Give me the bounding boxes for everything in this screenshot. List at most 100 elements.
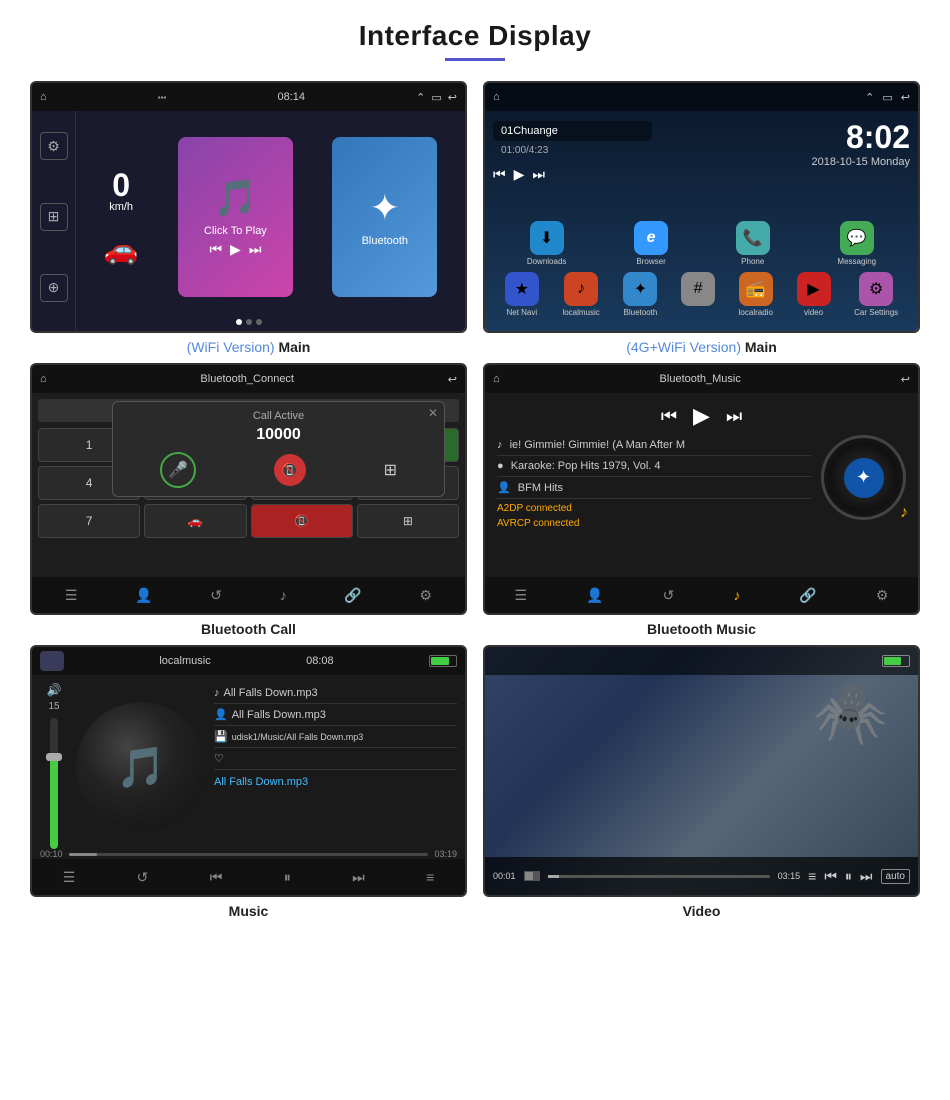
s6-auto-label[interactable]: auto — [881, 869, 910, 884]
title-underline — [445, 58, 505, 61]
s5-progress-bar: 00:10 03:19 — [40, 849, 457, 859]
s1-nav-icons: ⌃ ▭ ↩ — [416, 91, 457, 104]
s2-apps-panel: ⬇ Downloads e Browser 📞 Phone 💬 — [493, 221, 910, 323]
s2-bluetooth-label: Bluetooth — [624, 308, 658, 317]
s1-nav-icon[interactable]: ⊕ — [40, 274, 68, 302]
s2-app-messaging[interactable]: 💬 Messaging — [837, 221, 876, 266]
page-title: Interface Display — [359, 20, 592, 52]
screen-cell-wifi-main: ⌂ ▪▪▪ 08:14 ⌃ ▭ ↩ ⚙ ⊞ ⊕ — [30, 81, 467, 355]
s6-mini-battery-fill — [525, 872, 533, 880]
s5-bottom-prev-icon[interactable]: ⏮ — [210, 869, 223, 886]
s2-app-netnavi[interactable]: ★ Net Navi — [505, 272, 539, 317]
s2-app-video[interactable]: ▶ video — [797, 272, 831, 317]
s3-modal-close-btn[interactable]: ✕ — [428, 406, 438, 420]
s1-settings-icon[interactable]: ⚙ — [40, 132, 68, 160]
screen-cell-bt-music: ⌂ Bluetooth_Music ↩ ⏮ ▶ ⏭ ♪ ie! Gimmie! … — [483, 363, 920, 637]
s5-music-icon: 🎵 — [116, 744, 166, 791]
s2-up-icon: ⌃ — [865, 91, 874, 104]
s2-app-downloads[interactable]: ⬇ Downloads — [527, 221, 567, 266]
s4-bottom-link-icon[interactable]: 🔗 — [799, 587, 816, 604]
s5-bottom-repeat-icon[interactable]: ↺ — [137, 869, 149, 886]
s2-play-btn[interactable]: ▶ — [514, 166, 525, 183]
s6-pause-btn[interactable]: ⏸ — [845, 868, 852, 885]
screen3-caption-text: Bluetooth Call — [201, 621, 296, 637]
s5-bottom-next-icon[interactable]: ⏭ — [352, 869, 365, 886]
s6-prev-btn[interactable]: ⏮ — [824, 868, 837, 885]
s2-music-controls: ⏮ ▶ ⏭ — [493, 166, 652, 183]
s3-grid-btn[interactable]: ⊞ — [384, 460, 397, 480]
s5-volume-bar[interactable] — [50, 718, 58, 849]
s4-track3-icon: 👤 — [497, 481, 511, 494]
s2-app-localradio[interactable]: 📻 localradio — [739, 272, 773, 317]
s3-modal-number: 10000 — [121, 426, 436, 444]
s2-app-phone[interactable]: 📞 Phone — [736, 221, 770, 266]
s3-bottom-music-icon[interactable]: ♪ — [280, 587, 287, 603]
s4-track-2: ● Karaoke: Pop Hits 1979, Vol. 4 — [497, 456, 811, 477]
s5-track-row-3: 💾 udisk1/Music/All Falls Down.mp3 — [214, 726, 457, 748]
s1-play-controls: ⏮ ▶ ⏭ — [209, 241, 261, 258]
s3-mic-btn[interactable]: 🎤 — [160, 452, 196, 488]
s1-music-card[interactable]: 🎵 Click To Play ⏮ ▶ ⏭ — [178, 137, 293, 297]
s2-prev-btn[interactable]: ⏮ — [493, 166, 506, 183]
screen-video: 🕷️ 00:01 03:15 ≡ — [483, 645, 920, 897]
s2-app-browser[interactable]: e Browser — [634, 221, 668, 266]
s2-clock-date: 2018-10-15 Monday — [668, 156, 910, 168]
s5-track2-text: All Falls Down.mp3 — [232, 709, 326, 721]
s5-progress-fill — [69, 853, 98, 856]
s2-app-localmusic[interactable]: ♪ localmusic — [562, 272, 599, 317]
s3-bottom-user-icon[interactable]: 👤 — [135, 587, 152, 604]
s2-app-row-2: ★ Net Navi ♪ localmusic ✦ Bluetooth # — [493, 272, 910, 317]
s3-bottom-link-icon[interactable]: 🔗 — [344, 587, 361, 604]
s2-phone-label: Phone — [741, 257, 764, 266]
s3-modal-hangup-btn[interactable]: 📵 — [274, 454, 306, 486]
s5-volume-control: 🔊 15 — [40, 683, 68, 851]
s4-bottom-user-icon[interactable]: 👤 — [586, 587, 603, 604]
s2-app-carsettings[interactable]: ⚙ Car Settings — [854, 272, 898, 317]
s3-btn-car[interactable]: 🚗 — [144, 504, 246, 538]
s3-hangup-btn[interactable]: 📵 — [251, 504, 353, 538]
s5-bottom-eq-icon[interactable]: ≡ — [426, 869, 434, 885]
s5-bottom-list-icon[interactable]: ☰ — [63, 869, 76, 886]
s4-bottom-music-icon[interactable]: ♪ — [733, 587, 740, 603]
s1-bt-card[interactable]: ✦ Bluetooth — [332, 137, 437, 297]
s4-bottom-refresh-icon[interactable]: ↺ — [663, 587, 675, 604]
s1-grid-icon[interactable]: ⊞ — [40, 203, 68, 231]
s1-topbar: ⌂ ▪▪▪ 08:14 ⌃ ▭ ↩ — [32, 83, 465, 111]
s3-btn-grid[interactable]: ⊞ — [357, 504, 459, 538]
s6-time-start: 00:01 — [493, 871, 516, 881]
s5-bottom-bar: ☰ ↺ ⏮ ⏸ ⏭ ≡ — [32, 859, 465, 895]
screen1-caption-rest: Main — [275, 339, 311, 355]
s2-app-keyboard[interactable]: # — [681, 272, 715, 317]
s5-bottom-pause-icon[interactable]: ⏸ — [284, 869, 291, 886]
s3-bottom-refresh-icon[interactable]: ↺ — [210, 587, 222, 604]
s3-bottom-grid-icon[interactable]: ☰ — [65, 587, 78, 604]
s5-progress-track[interactable] — [69, 853, 429, 856]
s3-bottom-bar: ☰ 👤 ↺ ♪ 🔗 ⚙ — [32, 577, 465, 613]
s3-btn-7[interactable]: 7 — [38, 504, 140, 538]
s2-app-row-1: ⬇ Downloads e Browser 📞 Phone 💬 — [493, 221, 910, 266]
s2-app-bluetooth[interactable]: ✦ Bluetooth — [623, 272, 657, 317]
s1-play-btn[interactable]: ▶ — [230, 241, 241, 258]
s4-play-btn[interactable]: ▶ — [693, 403, 710, 429]
s4-track1-text: ie! Gimmie! Gimmie! (A Man After M — [510, 439, 685, 451]
s1-speed-display: 0 km/h — [109, 169, 133, 213]
s4-bottom-settings-icon[interactable]: ⚙ — [876, 587, 889, 604]
screen2-content: ⌂ ⌃ ▭ ↩ 01Chuange 01:00/4:23 ⏮ ▶ ⏭ — [485, 83, 918, 331]
s4-next-btn[interactable]: ⏭ — [726, 406, 742, 427]
s4-bottom-grid-icon[interactable]: ☰ — [515, 587, 528, 604]
s6-next-btn[interactable]: ⏭ — [860, 868, 873, 885]
s2-topbar: ⌂ ⌃ ▭ ↩ — [485, 83, 918, 111]
s1-car-icon: 🚗 — [104, 233, 139, 266]
s6-eq-btn[interactable]: ≡ — [808, 868, 816, 884]
s3-bottom-settings-icon[interactable]: ⚙ — [420, 587, 433, 604]
s6-time-end: 03:15 — [778, 871, 801, 881]
s5-track1-text: All Falls Down.mp3 — [224, 687, 318, 699]
s3-screen-title: Bluetooth_Connect — [200, 373, 294, 385]
s2-netnavi-label: Net Navi — [506, 308, 537, 317]
s1-prev-btn[interactable]: ⏮ — [209, 241, 222, 258]
s1-next-btn[interactable]: ⏭ — [249, 241, 262, 258]
s4-prev-btn[interactable]: ⏮ — [661, 406, 677, 427]
s6-progress-bar[interactable] — [548, 875, 770, 878]
s2-next-btn[interactable]: ⏭ — [532, 166, 545, 183]
screen-cell-bt-call: ⌂ Bluetooth_Connect ↩ 10000 1 2 3 📞 — [30, 363, 467, 637]
